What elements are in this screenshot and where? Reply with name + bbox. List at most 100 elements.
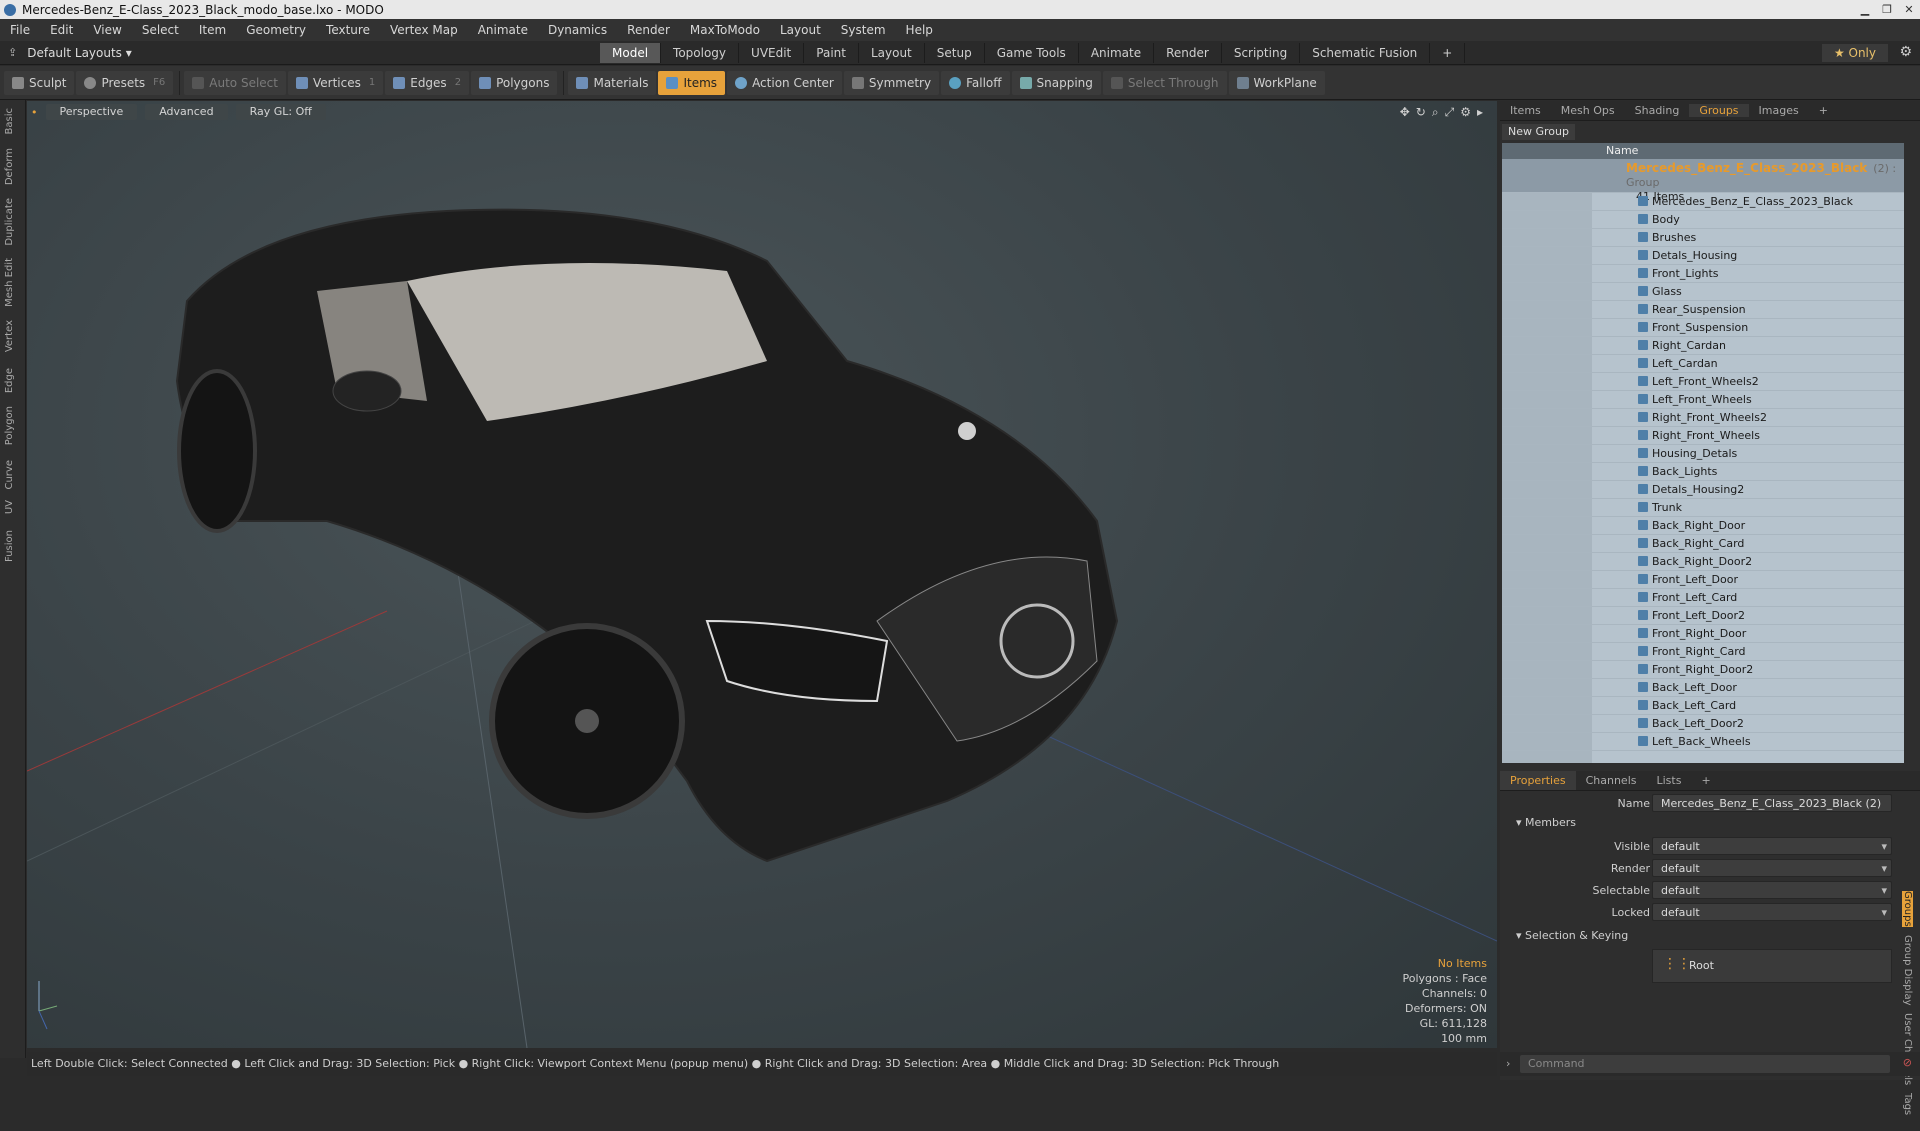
pan-icon[interactable]: ✥ [1400,105,1410,120]
tab-layout[interactable]: Layout [859,42,925,63]
tab-setup[interactable]: Setup [925,42,985,63]
list-item[interactable]: Glass [1502,283,1904,301]
list-item[interactable]: Detals_Housing [1502,247,1904,265]
list-item[interactable]: Back_Right_Door2 [1502,553,1904,571]
shading-mode-button[interactable]: Advanced [145,104,228,120]
list-item[interactable]: Left_Cardan [1502,355,1904,373]
maximize-icon[interactable]: ❐ [1876,2,1898,18]
group-list[interactable]: Name Mercedes_Benz_E_Class_2023_Black (2)… [1502,143,1904,763]
menu-file[interactable]: File [0,23,40,37]
list-item[interactable]: Left_Back_Wheels [1502,733,1904,751]
list-item[interactable]: Back_Right_Card [1502,535,1904,553]
tab-lists[interactable]: Lists [1647,771,1692,790]
menu-render[interactable]: Render [617,23,680,37]
items-button[interactable]: Items [658,70,726,95]
list-item[interactable]: Front_Left_Door [1502,571,1904,589]
add-properties-tab-button[interactable]: + [1691,771,1720,790]
tab-model[interactable]: Model [600,42,662,63]
left-tab-mesh-edit[interactable]: Mesh Edit [4,258,15,307]
list-item[interactable]: Left_Front_Wheels2 [1502,373,1904,391]
side-tab-groups[interactable]: Groups [1902,891,1913,927]
layout-arrow-icon[interactable]: ⇪ [8,46,17,59]
tab-render[interactable]: Render [1154,42,1222,63]
menu-maxtomodo[interactable]: MaxToModo [680,23,770,37]
tab-topology[interactable]: Topology [661,42,740,63]
menu-animate[interactable]: Animate [468,23,538,37]
snapping-button[interactable]: Snapping [1011,70,1101,95]
left-tab-uv[interactable]: UV [4,500,15,514]
list-item[interactable]: Detals_Housing2 [1502,481,1904,499]
list-item[interactable]: Front_Left_Card [1502,589,1904,607]
tab-properties[interactable]: Properties [1500,771,1576,790]
group-row[interactable]: Mercedes_Benz_E_Class_2023_Black (2) : Gr… [1502,159,1904,203]
tab-groups[interactable]: Groups [1689,104,1749,117]
edges-button[interactable]: Edges 2 [385,70,470,95]
car-model[interactable] [175,208,1119,863]
list-item[interactable]: Housing_Detals [1502,445,1904,463]
left-tab-curve[interactable]: Curve [4,460,15,490]
minimize-icon[interactable]: ▁ [1854,2,1876,18]
list-item[interactable]: Front_Right_Card [1502,643,1904,661]
sculpt-button[interactable]: Sculpt [4,70,75,95]
menu-help[interactable]: Help [896,23,943,37]
zoom-icon[interactable]: ⌕ [1432,105,1439,120]
menu-edit[interactable]: Edit [40,23,83,37]
name-column-header[interactable]: Name [1606,144,1638,157]
members-section[interactable]: ▾ Members [1504,814,1894,832]
new-group-button[interactable]: New Group [1502,124,1575,140]
falloff-button[interactable]: Falloff [941,70,1010,95]
select-through-button[interactable]: Select Through [1102,70,1227,95]
tab-schematic-fusion[interactable]: Schematic Fusion [1300,42,1431,63]
list-item[interactable]: Mercedes_Benz_E_Class_2023_Black [1502,193,1904,211]
tab-game-tools[interactable]: Game Tools [985,42,1079,63]
menu-geometry[interactable]: Geometry [236,23,316,37]
tab-images[interactable]: Images [1749,104,1809,117]
menu-dynamics[interactable]: Dynamics [538,23,617,37]
menu-view[interactable]: View [83,23,131,37]
tab-mesh-ops[interactable]: Mesh Ops [1551,104,1625,117]
vertices-button[interactable]: Vertices 1 [287,70,384,95]
side-tab-tags[interactable]: Tags [1902,1093,1913,1115]
command-input[interactable]: Command [1520,1055,1890,1073]
visible-select[interactable]: default ▾ [1652,837,1892,855]
left-tab-duplicate[interactable]: Duplicate [4,198,15,246]
only-toggle[interactable]: ★ Only [1821,44,1888,62]
list-item[interactable]: Brushes [1502,229,1904,247]
tab-items[interactable]: Items [1500,104,1551,117]
selectable-select[interactable]: default ▾ [1652,881,1892,899]
list-item[interactable]: Body [1502,211,1904,229]
tab-uvedit[interactable]: UVEdit [739,42,805,63]
auto-select-button[interactable]: Auto Select [184,70,286,95]
left-tab-basic[interactable]: Basic [4,108,15,134]
list-item[interactable]: Front_Right_Door [1502,625,1904,643]
menu-system[interactable]: System [831,23,896,37]
presets-button[interactable]: Presets F6 [76,70,174,95]
left-tab-deform[interactable]: Deform [4,148,15,185]
locked-select[interactable]: default ▾ [1652,903,1892,921]
gear-icon[interactable]: ⚙ [1899,44,1912,60]
list-item[interactable]: Front_Lights [1502,265,1904,283]
menu-select[interactable]: Select [132,23,189,37]
tab-animate[interactable]: Animate [1079,42,1155,63]
viewport-menu-dot-icon[interactable]: • [31,106,38,119]
menu-layout[interactable]: Layout [770,23,831,37]
rotate-icon[interactable]: ↻ [1416,105,1426,120]
list-item[interactable]: Right_Cardan [1502,337,1904,355]
workplane-button[interactable]: WorkPlane [1228,70,1325,95]
viewport-gear-icon[interactable]: ⚙ [1460,105,1471,120]
selection-keying-section[interactable]: ▾ Selection & Keying [1504,927,1894,945]
tab-paint[interactable]: Paint [804,42,859,63]
close-icon[interactable]: ✕ [1898,2,1920,18]
add-panel-tab-button[interactable]: + [1809,104,1838,117]
list-item[interactable]: Right_Front_Wheels [1502,427,1904,445]
left-tab-fusion[interactable]: Fusion [4,530,15,562]
menu-texture[interactable]: Texture [316,23,380,37]
3d-viewport[interactable]: • Perspective Advanced Ray GL: Off ✥ ↻ ⌕… [27,101,1497,1048]
list-item[interactable]: Trunk [1502,499,1904,517]
left-tab-edge[interactable]: Edge [4,368,15,393]
fit-icon[interactable]: ⤢ [1445,105,1455,120]
name-field[interactable]: Mercedes_Benz_E_Class_2023_Black (2) [1652,794,1892,812]
add-tab-button[interactable]: + [1430,42,1466,63]
list-item[interactable]: Back_Left_Door [1502,679,1904,697]
raygl-button[interactable]: Ray GL: Off [235,104,326,120]
